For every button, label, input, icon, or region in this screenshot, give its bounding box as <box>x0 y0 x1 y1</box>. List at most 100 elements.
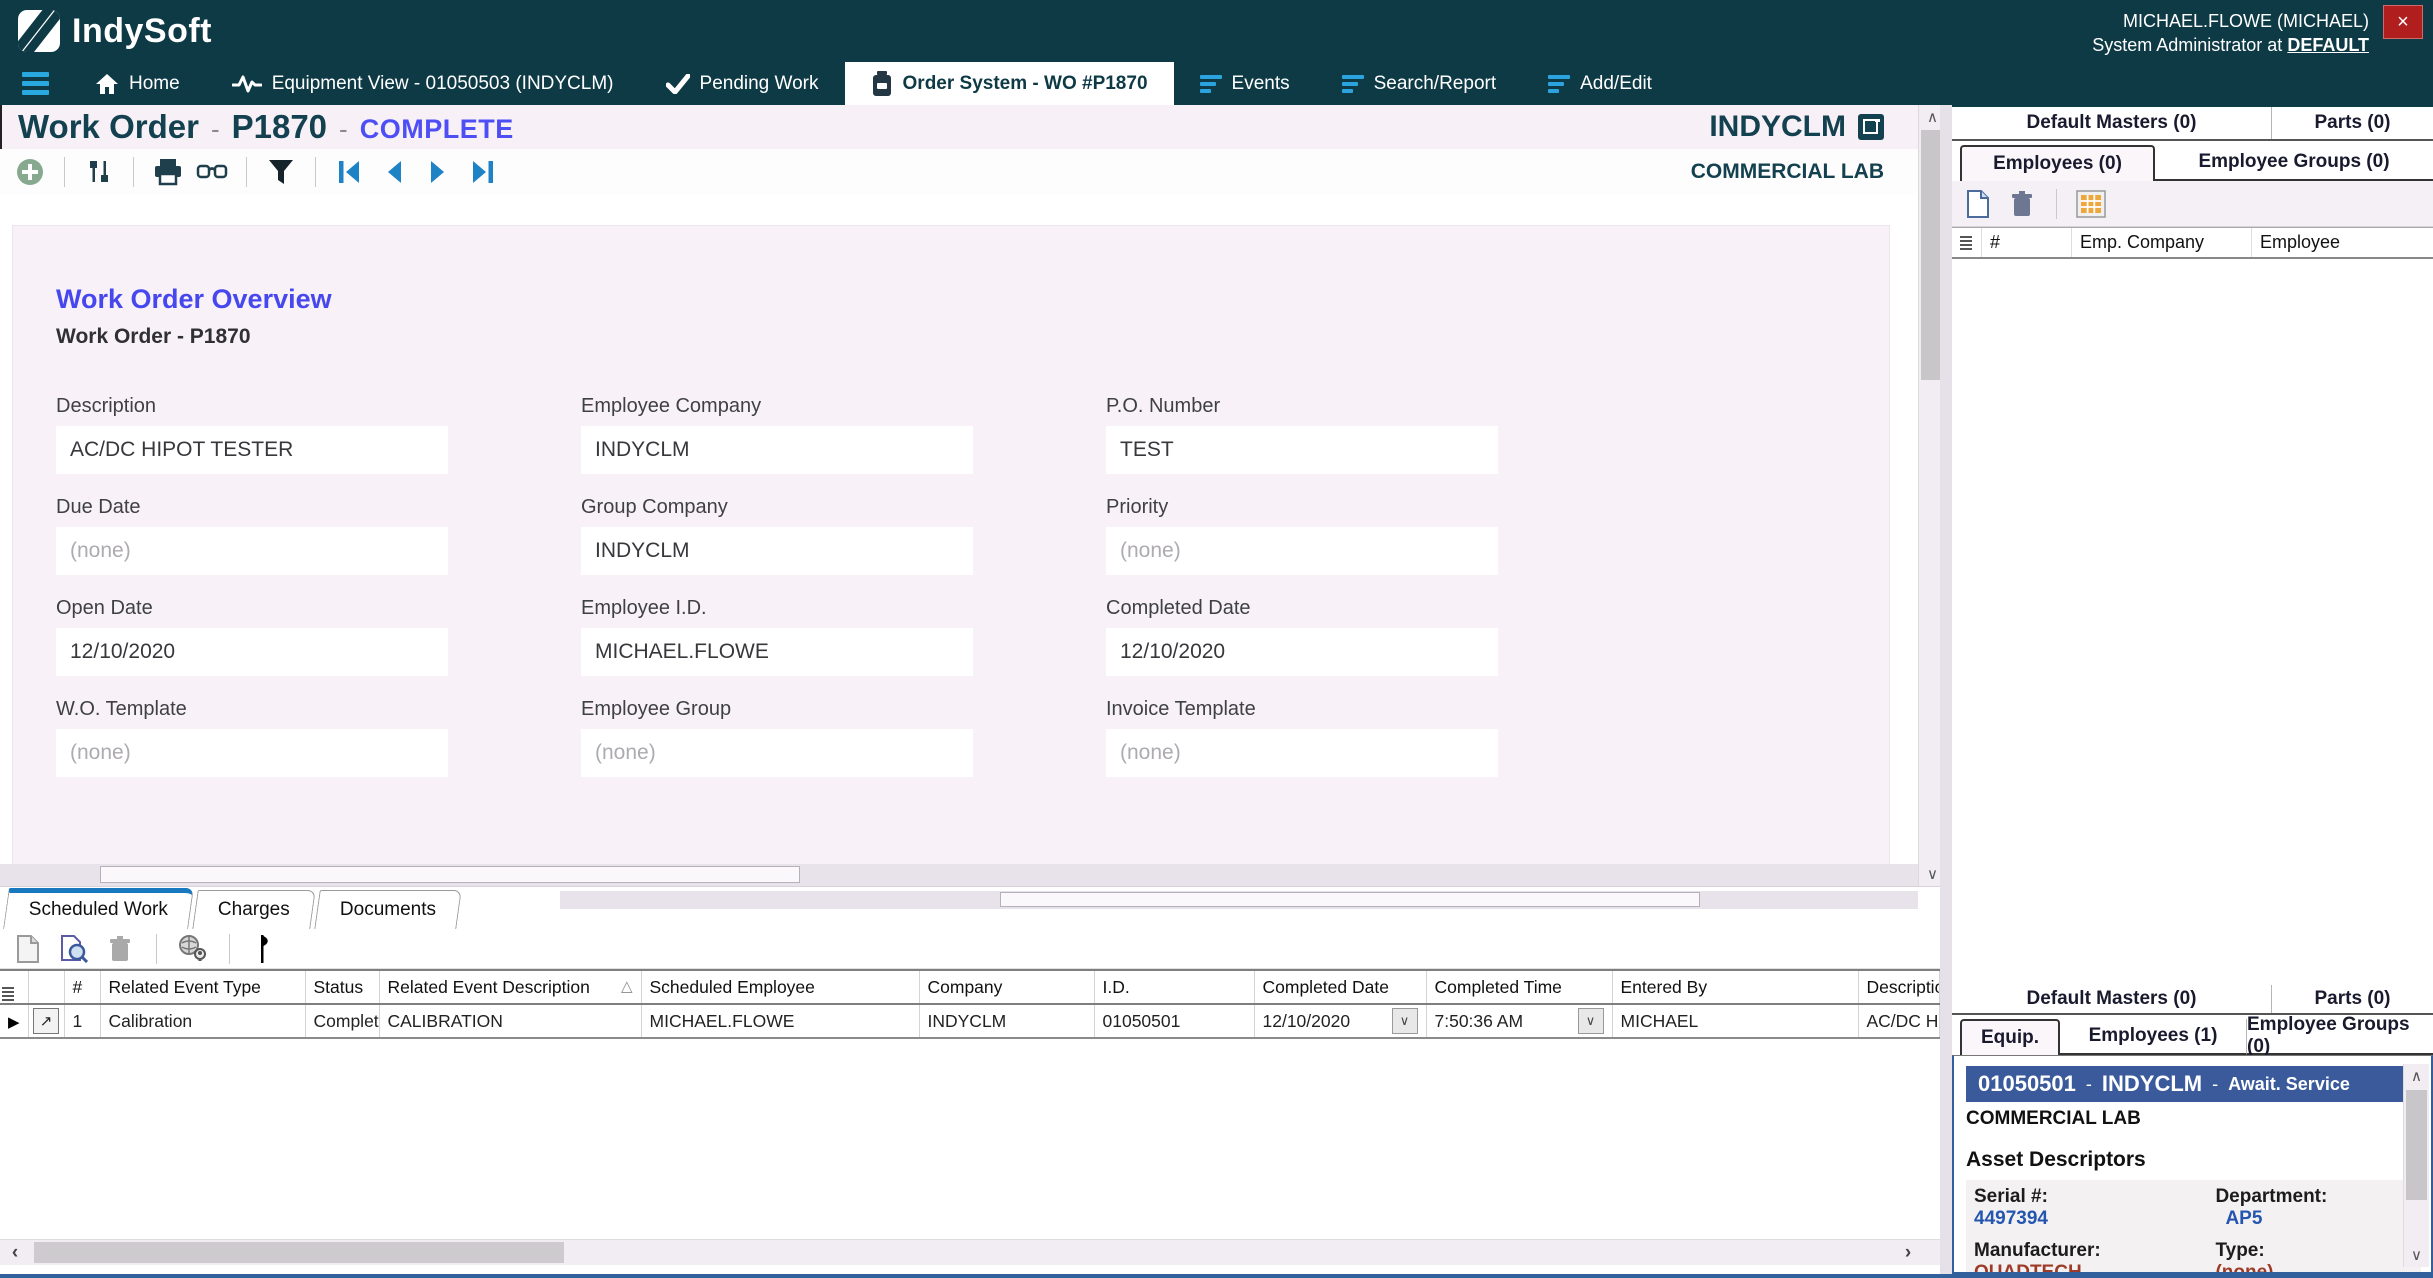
delete-item-button[interactable] <box>104 933 136 965</box>
equipment-vertical-scrollbar[interactable]: ∧ ∨ <box>2403 1064 2429 1267</box>
due-date-field[interactable]: (none) <box>56 527 448 575</box>
completed-time-value: 7:50:36 AM <box>1435 1011 1524 1032</box>
col-description[interactable]: Description <box>1858 970 1940 1004</box>
department-label: COMMERCIAL LAB <box>1691 160 1884 184</box>
tab-charges[interactable]: Charges <box>192 890 315 929</box>
default-site-link[interactable]: DEFAULT <box>2287 35 2369 55</box>
scrollbar-thumb[interactable] <box>2406 1090 2427 1200</box>
wo-template-field[interactable]: (none) <box>56 729 448 777</box>
company-window-icon[interactable] <box>1858 114 1884 140</box>
scrollbar-thumb[interactable] <box>100 866 800 883</box>
filter-button[interactable] <box>265 156 297 188</box>
row-selector-header[interactable] <box>1952 228 1982 257</box>
table-row[interactable]: ▶ ↗ 1 Calibration Complete CALIBRATION M… <box>0 1004 1940 1038</box>
row-selector-header[interactable] <box>0 970 28 1004</box>
last-record-button[interactable] <box>466 156 498 188</box>
group-company-field[interactable]: INDYCLM <box>581 527 973 575</box>
scroll-right-arrow[interactable]: › <box>1895 1240 1921 1266</box>
scroll-down-arrow[interactable]: ∨ <box>2404 1243 2429 1267</box>
tab-default-masters[interactable]: Default Masters (0) <box>1952 107 2272 139</box>
employee-company-field[interactable]: INDYCLM <box>581 426 973 474</box>
view-item-button[interactable] <box>58 933 90 965</box>
tab-documents[interactable]: Documents <box>314 890 462 929</box>
grid-view-button[interactable] <box>2075 188 2107 220</box>
col-related-event-type[interactable]: Related Event Type <box>100 970 305 1004</box>
tab-equip[interactable]: Equip. <box>1960 1019 2060 1055</box>
nav-add-edit[interactable]: Add/Edit <box>1522 62 1678 105</box>
tab-parts[interactable]: Parts (0) <box>2272 107 2433 139</box>
nav-pending-work[interactable]: Pending Work <box>640 62 845 105</box>
employees-tab-row: Employees (0) Employee Groups (0) <box>1952 141 2433 181</box>
first-record-button[interactable] <box>334 156 366 188</box>
open-date-field[interactable]: 12/10/2020 <box>56 628 448 676</box>
bottom-panel-scroll-track[interactable] <box>560 891 1918 909</box>
cell-company: INDYCLM <box>919 1004 1094 1038</box>
tab-label: Charges <box>218 899 290 921</box>
close-button[interactable]: × <box>2383 5 2423 39</box>
date-dropdown-button[interactable]: ∨ <box>1392 1008 1418 1034</box>
tab-employee-groups[interactable]: Employee Groups (0) <box>2155 145 2433 181</box>
work-order-fields: Description AC/DC HIPOT TESTER Employee … <box>56 395 1889 777</box>
col-company[interactable]: Company <box>919 970 1094 1004</box>
app-logo: IndySoft <box>18 10 212 52</box>
nav-home[interactable]: Home <box>69 62 206 105</box>
description-field[interactable]: AC/DC HIPOT TESTER <box>56 426 448 474</box>
main-horizontal-scrollbar[interactable] <box>0 864 1918 886</box>
tab-employee-groups-bottom[interactable]: Employee Groups (0) <box>2247 1019 2433 1055</box>
delete-employee-button[interactable] <box>2006 188 2038 220</box>
invoice-template-field[interactable]: (none) <box>1106 729 1498 777</box>
table-header-row: # Related Event Type Status Related Even… <box>0 970 1940 1004</box>
list-icon <box>2 987 14 1001</box>
nav-order-system[interactable]: Order System - WO #P1870 <box>845 62 1174 105</box>
col-employee[interactable]: Employee <box>2252 228 2433 257</box>
completed-date-field[interactable]: 12/10/2020 <box>1106 628 1498 676</box>
col-scheduled-employee[interactable]: Scheduled Employee <box>641 970 919 1004</box>
scroll-left-icon: ‹ <box>12 1242 18 1264</box>
time-dropdown-button[interactable]: ∨ <box>1578 1008 1604 1034</box>
employee-id-field[interactable]: MICHAEL.FLOWE <box>581 628 973 676</box>
field-description: Description AC/DC HIPOT TESTER <box>56 395 448 474</box>
tab-parts-bottom[interactable]: Parts (0) <box>2272 985 2433 1013</box>
col-entered-by[interactable]: Entered By <box>1612 970 1858 1004</box>
run-event-flag-button[interactable] <box>250 933 282 965</box>
print-button[interactable] <box>152 156 184 188</box>
col-related-event-description[interactable]: Related Event Description△ <box>379 970 641 1004</box>
bottom-horizontal-scrollbar[interactable]: ‹ › <box>0 1239 1940 1265</box>
next-record-button[interactable] <box>422 156 454 188</box>
new-item-button[interactable] <box>12 933 44 965</box>
nav-events[interactable]: Events <box>1174 62 1316 105</box>
scroll-left-arrow[interactable]: ‹ <box>2 1240 28 1266</box>
col-completed-time[interactable]: Completed Time <box>1426 970 1612 1004</box>
po-number-field[interactable]: TEST <box>1106 426 1498 474</box>
col-num[interactable]: # <box>1982 228 2072 257</box>
tab-scheduled-work[interactable]: Scheduled Work <box>3 888 194 929</box>
field-label: Employee I.D. <box>581 597 973 620</box>
col-num[interactable]: # <box>64 970 100 1004</box>
scroll-down-icon: ∨ <box>2411 1246 2422 1264</box>
preview-glasses-button[interactable] <box>196 156 228 188</box>
scrollbar-thumb[interactable] <box>1000 892 1700 907</box>
col-status[interactable]: Status <box>305 970 379 1004</box>
col-completed-date[interactable]: Completed Date <box>1254 970 1426 1004</box>
priority-field[interactable]: (none) <box>1106 527 1498 575</box>
tab-employees-1[interactable]: Employees (1) <box>2060 1019 2247 1055</box>
add-record-button[interactable] <box>14 156 46 188</box>
open-record-button[interactable]: ↗ <box>33 1008 59 1034</box>
equipment-tab-row: Equip. Employees (1) Employee Groups (0) <box>1952 1015 2433 1055</box>
scrollbar-thumb[interactable] <box>34 1242 564 1263</box>
nav-equipment-view[interactable]: Equipment View - 01050503 (INDYCLM) <box>206 62 640 105</box>
col-emp-company[interactable]: Emp. Company <box>2072 228 2252 257</box>
panel-divider[interactable] <box>1940 105 1952 1274</box>
previous-record-button[interactable] <box>378 156 410 188</box>
tab-default-masters-bottom[interactable]: Default Masters (0) <box>1952 985 2272 1013</box>
scroll-up-arrow[interactable]: ∧ <box>2404 1064 2429 1088</box>
tab-employees[interactable]: Employees (0) <box>1960 145 2155 181</box>
new-employee-button[interactable] <box>1962 188 1994 220</box>
menu-button[interactable] <box>0 62 69 105</box>
employee-search-button[interactable] <box>177 933 209 965</box>
col-id[interactable]: I.D. <box>1094 970 1254 1004</box>
employee-group-field[interactable]: (none) <box>581 729 973 777</box>
settings-sliders-button[interactable] <box>83 156 115 188</box>
equipment-banner[interactable]: 01050501 - INDYCLM - Await. Service <box>1966 1066 2421 1102</box>
nav-search-report[interactable]: Search/Report <box>1316 62 1523 105</box>
